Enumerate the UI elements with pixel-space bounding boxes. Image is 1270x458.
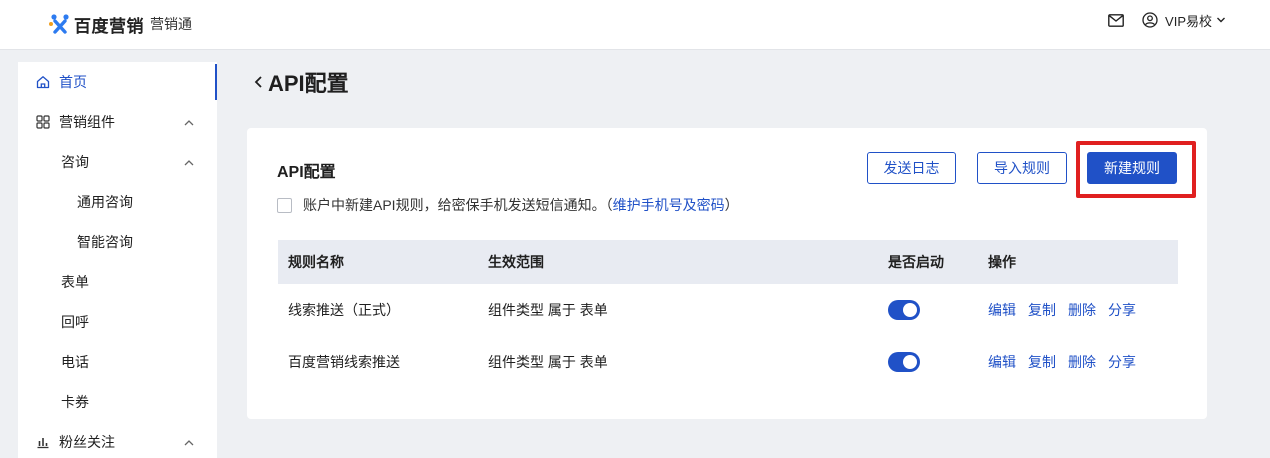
column-header: 生效范围	[488, 254, 544, 270]
maintain-phone-link[interactable]: 维护手机号及密码	[613, 195, 725, 215]
row-actions: 编辑 复制 删除 分享	[988, 284, 1148, 336]
copy-link[interactable]: 复制	[1028, 352, 1056, 372]
sidebar-item-smart-consult[interactable]: 智能咨询	[18, 224, 217, 260]
rule-scope: 组件类型 属于 表单	[488, 354, 608, 370]
copy-link[interactable]: 复制	[1028, 300, 1056, 320]
card-title: API配置	[277, 164, 336, 181]
chevron-down-icon[interactable]	[1216, 13, 1226, 28]
sidebar-item-label: 智能咨询	[77, 234, 133, 250]
sidebar-item-label: 回呼	[61, 314, 89, 330]
edit-link[interactable]: 编辑	[988, 300, 1016, 320]
new-rule-button[interactable]: 新建规则	[1087, 152, 1177, 184]
table-row: 百度营销线索推送 组件类型 属于 表单 编辑 复制 删除 分享	[278, 336, 1178, 388]
sidebar-item-marketing-components[interactable]: 营销组件	[18, 104, 217, 140]
column-header: 规则名称	[288, 254, 344, 270]
edit-link[interactable]: 编辑	[988, 352, 1016, 372]
sms-notice-checkbox[interactable]	[277, 197, 292, 213]
sidebar-item-form[interactable]: 表单	[18, 264, 217, 300]
baidu-marketing-logo-icon	[48, 12, 72, 36]
delete-link[interactable]: 删除	[1068, 300, 1096, 320]
user-avatar-icon[interactable]	[1141, 11, 1159, 29]
enable-toggle[interactable]	[888, 352, 920, 372]
page-title-text: API配置	[268, 71, 349, 96]
rules-table: 规则名称 生效范围 是否启动 操作 线索推送（正式） 组件类型 属于 表单 编辑…	[278, 240, 1178, 388]
notice-suffix: ）	[724, 197, 739, 213]
sidebar-item-label: 表单	[61, 274, 89, 290]
enable-toggle-cell	[888, 284, 920, 336]
table-row: 线索推送（正式） 组件类型 属于 表单 编辑 复制 删除 分享	[278, 284, 1178, 336]
rule-scope: 组件类型 属于 表单	[488, 302, 608, 318]
logo-text: 百度营销	[74, 16, 144, 36]
sidebar-item-phone[interactable]: 电话	[18, 344, 217, 380]
sidebar-item-coupon[interactable]: 卡券	[18, 384, 217, 420]
page-title: API配置	[252, 68, 349, 96]
sidebar-item-consult[interactable]: 咨询	[18, 144, 217, 180]
sidebar-item-label: 粉丝关注	[59, 434, 115, 450]
chevron-up-icon	[183, 156, 195, 168]
column-header: 是否启动	[888, 254, 944, 270]
logo[interactable]: 百度营销 营销通	[48, 12, 192, 36]
sidebar-item-fans-follow[interactable]: 粉丝关注	[18, 424, 217, 458]
sidebar-item-general-consult[interactable]: 通用咨询	[18, 184, 217, 220]
bar-chart-icon	[35, 434, 51, 450]
home-icon	[35, 74, 51, 90]
enable-toggle[interactable]	[888, 300, 920, 320]
table-header: 规则名称 生效范围 是否启动 操作	[278, 240, 1178, 284]
user-name[interactable]: VIP易校	[1165, 11, 1212, 30]
share-link[interactable]: 分享	[1108, 352, 1136, 372]
sidebar-item-label: 通用咨询	[77, 194, 133, 210]
sidebar-item-home[interactable]: 首页	[18, 64, 217, 100]
sidebar-item-label: 咨询	[61, 154, 89, 170]
sidebar-item-label: 首页	[59, 74, 87, 90]
enable-toggle-cell	[888, 336, 920, 388]
column-header: 操作	[988, 254, 1016, 270]
sidebar-item-label: 电话	[61, 354, 89, 370]
sidebar-item-label: 卡券	[61, 394, 89, 410]
back-arrow-icon[interactable]	[252, 73, 266, 91]
rule-name: 线索推送（正式）	[288, 302, 400, 318]
sidebar-item-label: 营销组件	[59, 114, 115, 130]
delete-link[interactable]: 删除	[1068, 352, 1096, 372]
chevron-up-icon	[183, 116, 195, 128]
grid-icon	[35, 114, 51, 130]
rule-name: 百度营销线索推送	[288, 354, 400, 370]
top-bar: 百度营销 营销通 VIP易校	[0, 0, 1270, 50]
send-log-button[interactable]: 发送日志	[867, 152, 956, 184]
row-actions: 编辑 复制 删除 分享	[988, 336, 1148, 388]
import-rules-button[interactable]: 导入规则	[977, 152, 1067, 184]
chevron-up-icon	[183, 436, 195, 448]
mail-icon[interactable]	[1107, 11, 1125, 29]
notice-text: 账户中新建API规则，给密保手机发送短信通知。（	[303, 197, 613, 213]
sms-notice: 账户中新建API规则，给密保手机发送短信通知。（ 维护手机号及密码 ）	[277, 195, 739, 215]
api-config-card: API配置 发送日志 导入规则 新建规则 账户中新建API规则，给密保手机发送短…	[247, 128, 1207, 419]
sidebar: 首页 营销组件 咨询 通用咨询 智能咨询 表单 回呼 电话 卡券 粉丝关注	[18, 62, 217, 458]
logo-subtitle: 营销通	[150, 16, 192, 32]
sidebar-item-callback[interactable]: 回呼	[18, 304, 217, 340]
share-link[interactable]: 分享	[1108, 300, 1136, 320]
